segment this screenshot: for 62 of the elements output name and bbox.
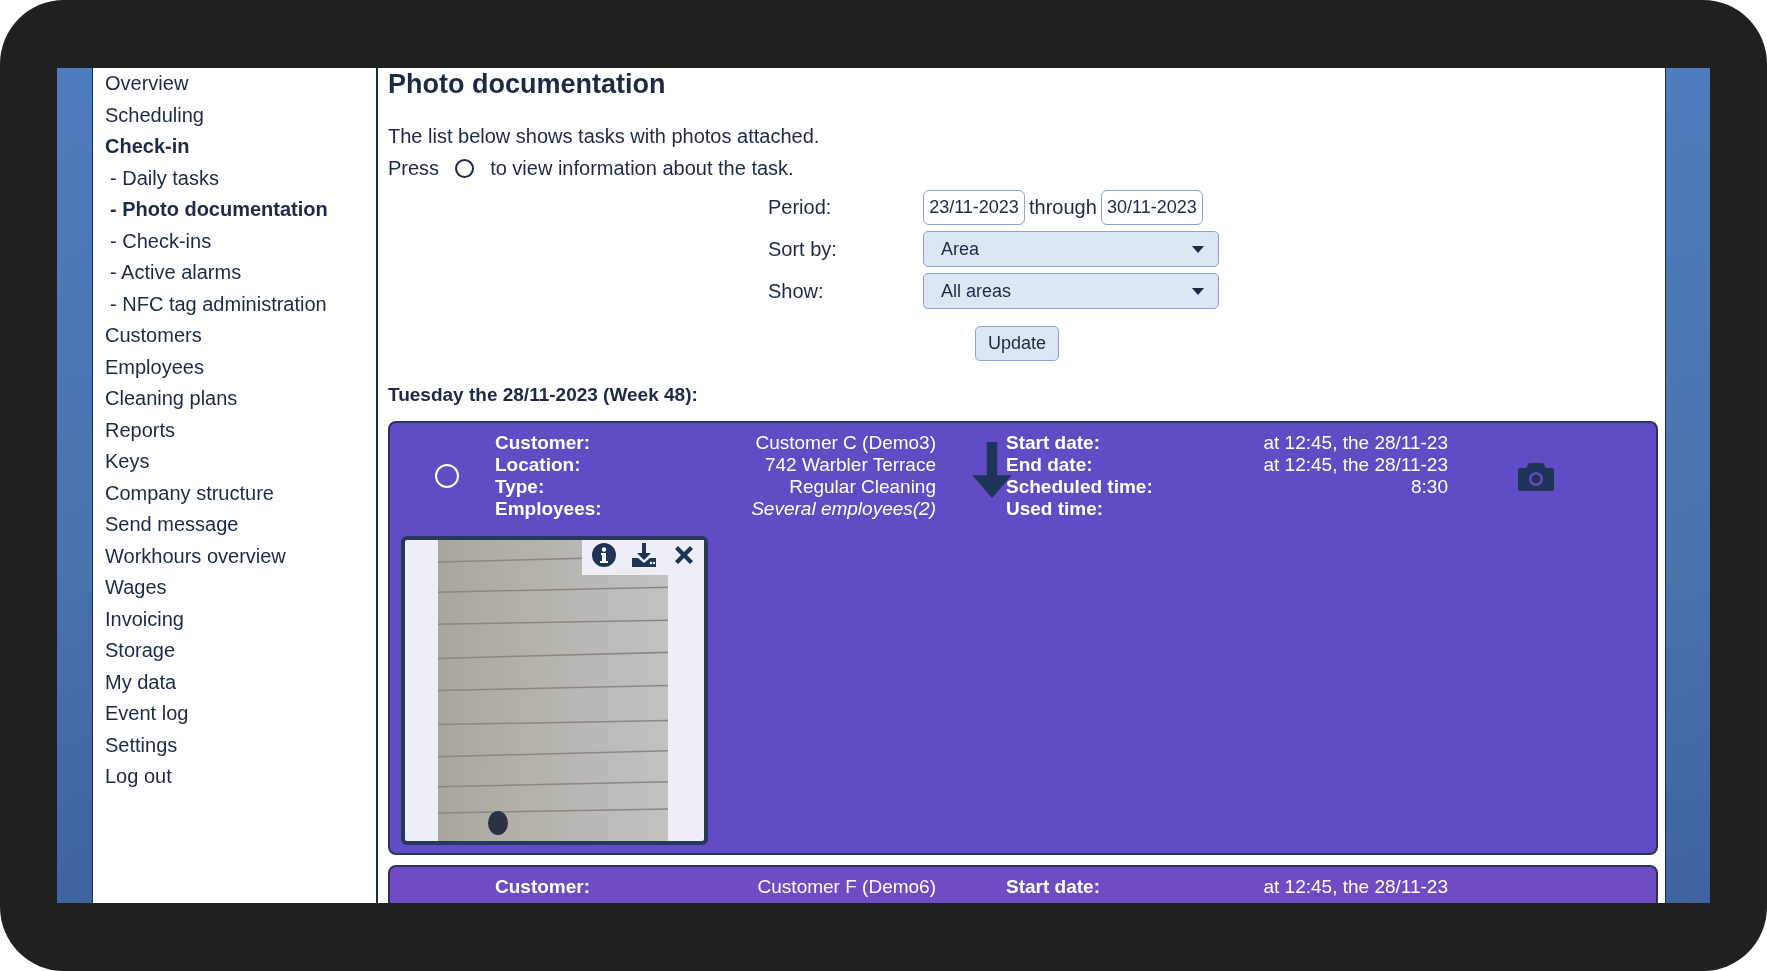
sidebar-item[interactable]: Customers [105, 320, 202, 352]
date-field[interactable]: 30/11-2023 [1100, 190, 1203, 225]
date-field[interactable]: 23/11-2023 [923, 190, 1025, 225]
field-label: Period: [768, 196, 833, 219]
dropdown[interactable]: All areas [923, 273, 1219, 309]
sidebar-item[interactable]: Keys [105, 446, 150, 478]
sidebar-item[interactable]: Event log [105, 698, 189, 730]
sidebar-item[interactable]: Overview [105, 68, 189, 100]
field-value: 8:30 [1410, 476, 1448, 498]
sidebar-item[interactable]: - Photo documentation [110, 194, 328, 226]
sidebar-item[interactable]: - Active alarms [110, 257, 242, 289]
field-value: at 12:45, the 28/11-23 [1262, 454, 1448, 476]
sidebar-item[interactable]: Cleaning plans [105, 383, 238, 415]
field-value: 742 Warbler Terrace [763, 454, 936, 476]
radio-button[interactable] [435, 464, 459, 488]
caret-icon [1192, 287, 1204, 295]
through-label: through [1029, 196, 1097, 219]
sidebar-item[interactable]: Company structure [105, 477, 274, 509]
page-title: Photo documentation [388, 68, 667, 100]
field-label: Customer: [495, 432, 591, 454]
sidebar-item[interactable]: Employees [105, 351, 204, 383]
sidebar-item[interactable]: - Check-ins [110, 225, 212, 257]
sidebar-item[interactable]: Invoicing [105, 603, 184, 635]
field-label: End date: [1006, 454, 1094, 476]
sidebar-item[interactable]: My data [105, 666, 177, 698]
field-label: Scheduled time: [1006, 476, 1154, 498]
field-value: Customer F (Demo6) [756, 876, 936, 898]
download-icon[interactable] [632, 543, 656, 567]
day-heading: Tuesday the 28/11-2023 (Week 48): [388, 383, 699, 407]
field-label: Location: [495, 454, 582, 476]
field-value: Customer C (Demo3) [754, 432, 936, 454]
field-label: Start date: [1006, 876, 1101, 898]
info-icon[interactable] [592, 543, 616, 567]
field-label: Customer: [495, 876, 591, 898]
dropdown[interactable]: Area [923, 231, 1219, 267]
sidebar-item[interactable]: Send message [105, 509, 239, 541]
field-label: Sort by: [768, 237, 838, 261]
sidebar-item[interactable]: Wages [105, 572, 167, 604]
field-value: at 12:45, the 28/11-23 [1262, 876, 1448, 898]
update-button[interactable]: Update [975, 326, 1060, 361]
sidebar-item[interactable]: Settings [105, 729, 178, 761]
field-value: Several employees(2) [750, 498, 936, 520]
field-label: Start date: [1006, 432, 1101, 454]
hint-text: Press [388, 156, 440, 181]
field-label: Show: [768, 279, 825, 303]
field-value: Regular Cleaning [788, 476, 936, 498]
sidebar-item[interactable]: Storage [105, 635, 176, 667]
sidebar-item[interactable]: Scheduling [105, 99, 204, 131]
sidebar-item[interactable]: Workhours overview [105, 540, 286, 572]
field-label: Type: [495, 476, 546, 498]
sidebar-item[interactable]: Log out [105, 761, 172, 793]
sidebar-item[interactable]: - NFC tag administration [110, 288, 327, 320]
sidebar-item[interactable]: Check-in [105, 131, 190, 163]
field-value: at 12:45, the 28/11-23 [1262, 432, 1448, 454]
intro-text: The list below shows tasks with photos attached. [388, 124, 821, 149]
field-label: Used time: [1006, 498, 1105, 520]
hint-text: to view information about the task. [490, 156, 794, 181]
sidebar-item[interactable]: - Daily tasks [110, 162, 219, 194]
field-label: Employees: [495, 498, 603, 520]
sidebar-item[interactable]: Reports [105, 414, 176, 446]
radio-icon [455, 159, 475, 178]
caret-icon [1192, 245, 1204, 253]
